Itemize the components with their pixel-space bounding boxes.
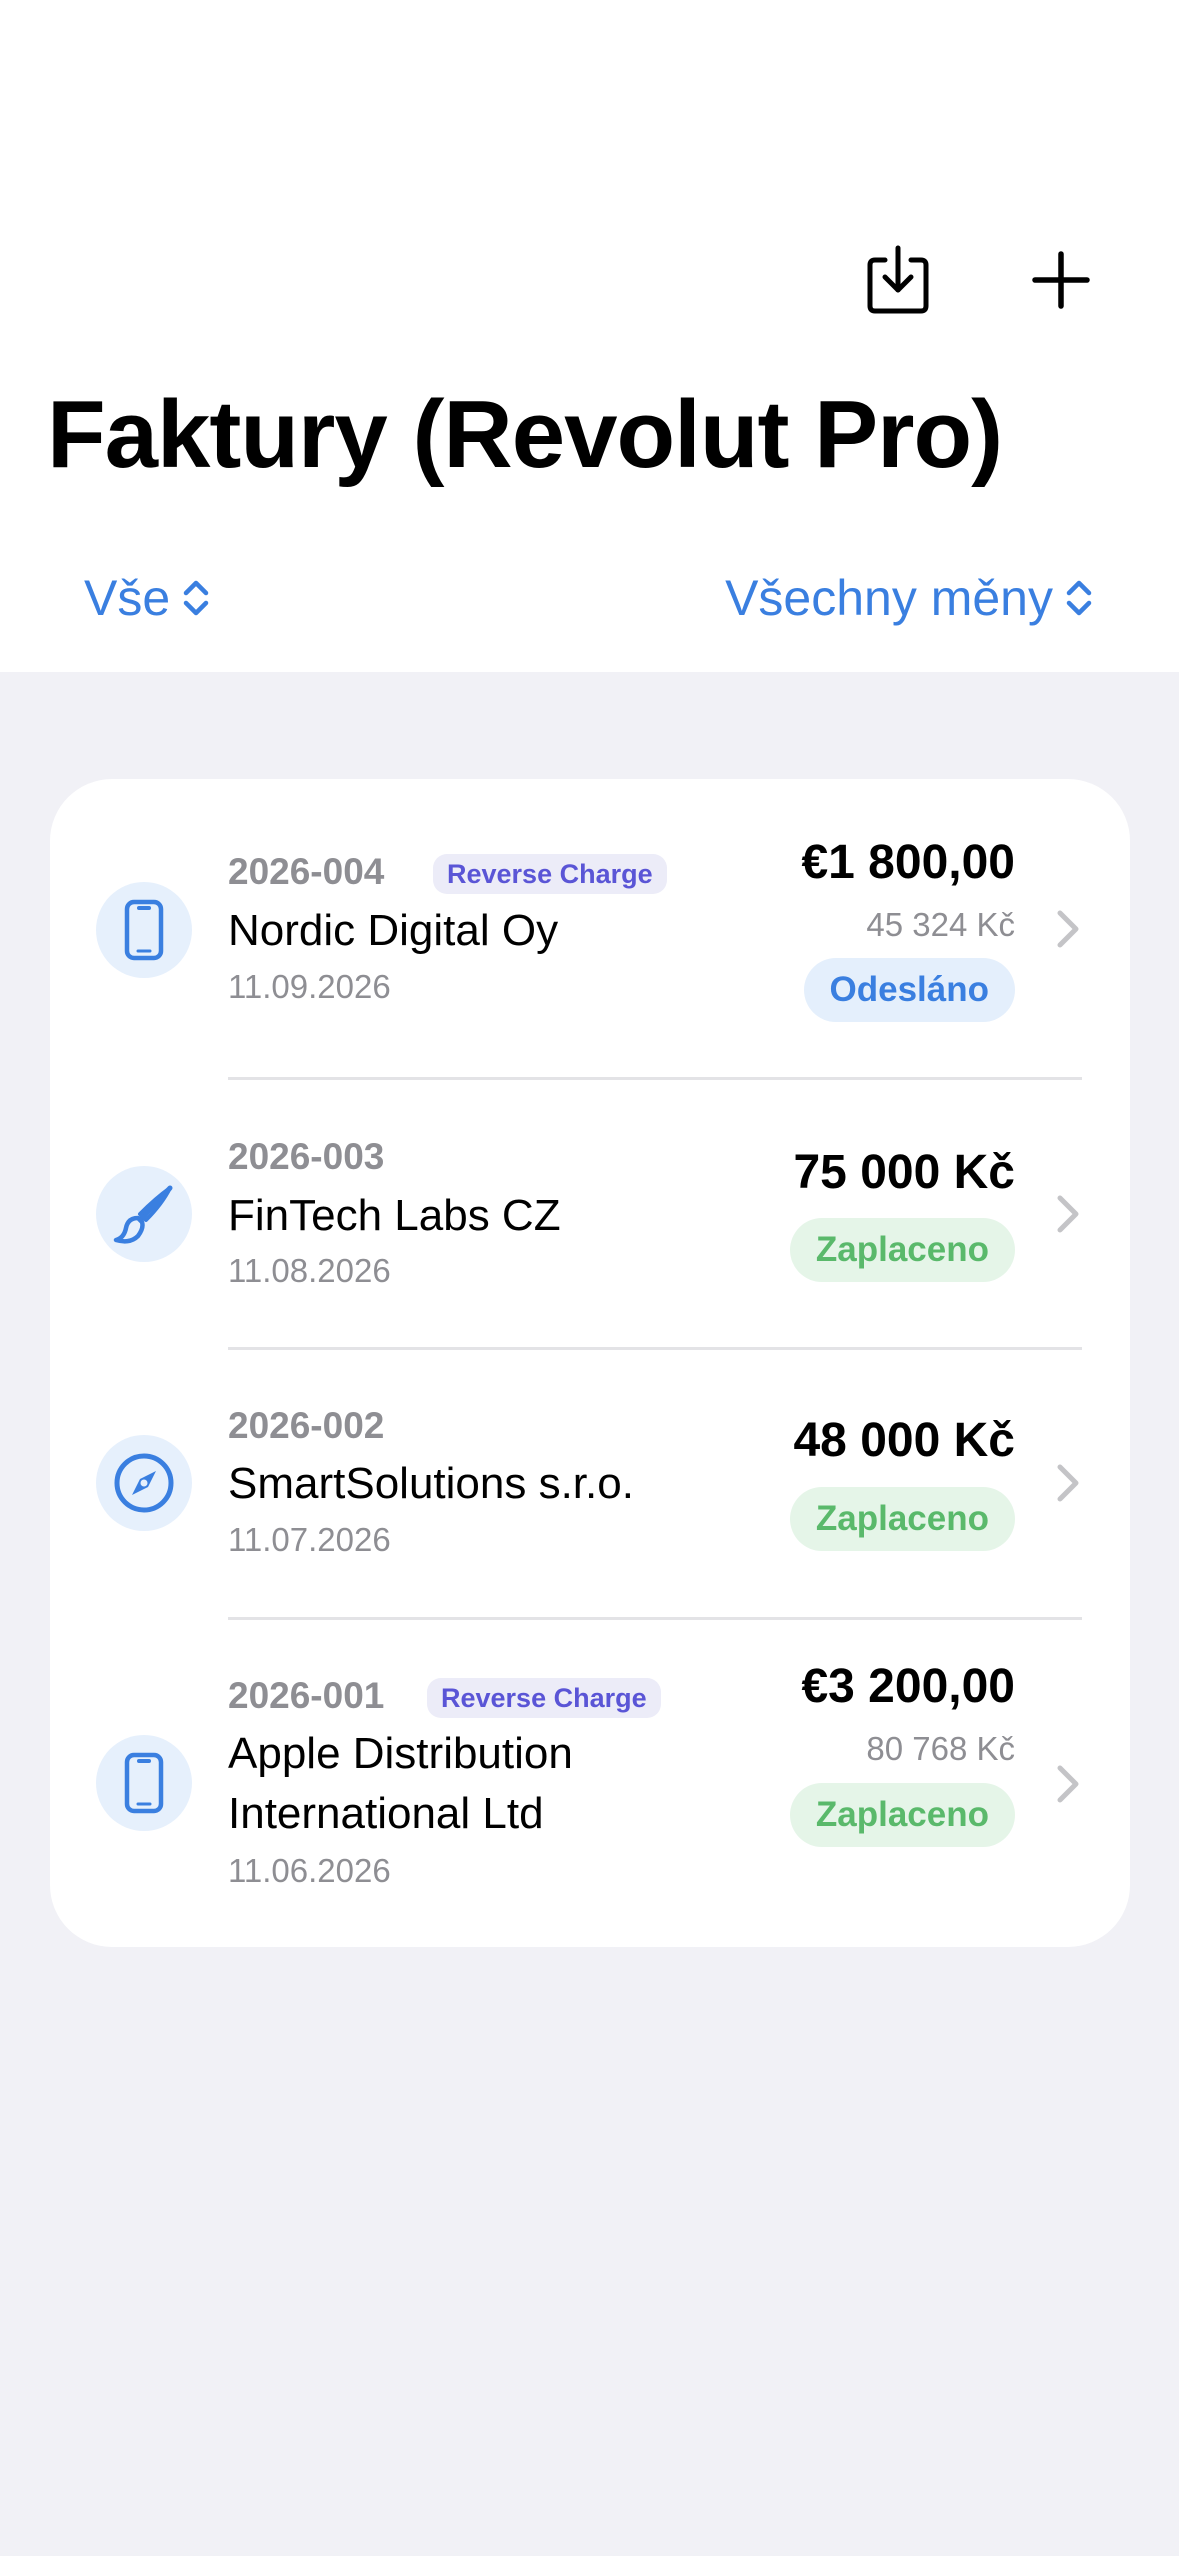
currency-filter-dropdown[interactable]: Všechny měny bbox=[725, 562, 1093, 634]
client-avatar bbox=[96, 882, 192, 978]
reverse-charge-badge: Reverse Charge bbox=[427, 1678, 661, 1718]
czk-equivalent: 45 324 Kč bbox=[866, 906, 1015, 943]
invoice-date: 11.08.2026 bbox=[228, 1252, 391, 1289]
chevron-right-icon bbox=[1057, 910, 1079, 948]
invoice-row[interactable]: 2026-004 Reverse Charge Nordic Digital O… bbox=[50, 779, 1130, 1079]
client-avatar bbox=[96, 1735, 192, 1831]
invoice-amount: 75 000 Kč bbox=[793, 1146, 1015, 1199]
invoice-date: 11.09.2026 bbox=[228, 968, 391, 1005]
status-badge: Odesláno bbox=[803, 958, 1015, 1022]
reverse-charge-badge: Reverse Charge bbox=[433, 854, 667, 894]
plus-icon bbox=[1032, 251, 1090, 309]
status-filter-label: Vše bbox=[84, 570, 171, 626]
navigation-header: Faktury (Revolut Pro) Vše Všechny měny bbox=[0, 0, 1179, 672]
client-avatar bbox=[96, 1435, 192, 1531]
chevron-right-icon bbox=[1057, 1464, 1079, 1502]
status-badge: Zaplaceno bbox=[789, 1487, 1015, 1551]
paintbrush-icon bbox=[113, 1185, 173, 1244]
download-tray-icon bbox=[867, 245, 929, 314]
smartphone-icon bbox=[124, 1752, 164, 1814]
status-badge: Zaplaceno bbox=[789, 1218, 1015, 1282]
chevron-right-icon bbox=[1057, 1195, 1079, 1233]
invoice-amount: €3 200,00 bbox=[801, 1660, 1015, 1713]
export-button[interactable] bbox=[848, 230, 948, 330]
client-name: Nordic Digital Oy bbox=[228, 906, 559, 955]
invoice-date: 11.06.2026 bbox=[228, 1852, 391, 1889]
page-title: Faktury (Revolut Pro) bbox=[47, 381, 1003, 488]
invoice-amount: 48 000 Kč bbox=[793, 1414, 1015, 1467]
status-badge: Zaplaceno bbox=[789, 1783, 1015, 1847]
client-name-line: International Ltd bbox=[228, 1789, 544, 1838]
chevron-up-down-icon bbox=[183, 580, 209, 616]
invoice-row[interactable]: 2026-003 FinTech Labs CZ 11.08.2026 75 0… bbox=[50, 1080, 1130, 1348]
invoice-row[interactable]: 2026-001 Reverse Charge Apple Distributi… bbox=[50, 1620, 1130, 1947]
add-invoice-button[interactable] bbox=[1011, 230, 1111, 330]
invoice-number: 2026-002 bbox=[228, 1405, 385, 1446]
currency-filter-label: Všechny měny bbox=[725, 570, 1053, 626]
invoice-list: 2026-004 Reverse Charge Nordic Digital O… bbox=[50, 779, 1130, 1947]
client-avatar bbox=[96, 1166, 192, 1262]
invoice-row[interactable]: 2026-002 SmartSolutions s.r.o. 11.07.202… bbox=[50, 1350, 1130, 1618]
client-name: FinTech Labs CZ bbox=[228, 1191, 561, 1240]
client-name: Apple Distribution International Ltd bbox=[228, 1724, 573, 1844]
status-filter-dropdown[interactable]: Vše bbox=[84, 562, 210, 634]
client-name-line: Apple Distribution bbox=[228, 1729, 573, 1778]
invoice-amount: €1 800,00 bbox=[801, 836, 1015, 889]
compass-icon bbox=[114, 1453, 174, 1513]
czk-equivalent: 80 768 Kč bbox=[866, 1730, 1015, 1767]
client-name: SmartSolutions s.r.o. bbox=[228, 1459, 634, 1508]
invoice-number: 2026-001 bbox=[228, 1675, 385, 1716]
chevron-right-icon bbox=[1057, 1765, 1079, 1803]
invoice-number: 2026-004 bbox=[228, 851, 385, 892]
chevron-up-down-icon bbox=[1066, 580, 1092, 616]
invoice-number: 2026-003 bbox=[228, 1136, 385, 1177]
invoice-date: 11.07.2026 bbox=[228, 1521, 391, 1558]
smartphone-icon bbox=[124, 899, 164, 961]
